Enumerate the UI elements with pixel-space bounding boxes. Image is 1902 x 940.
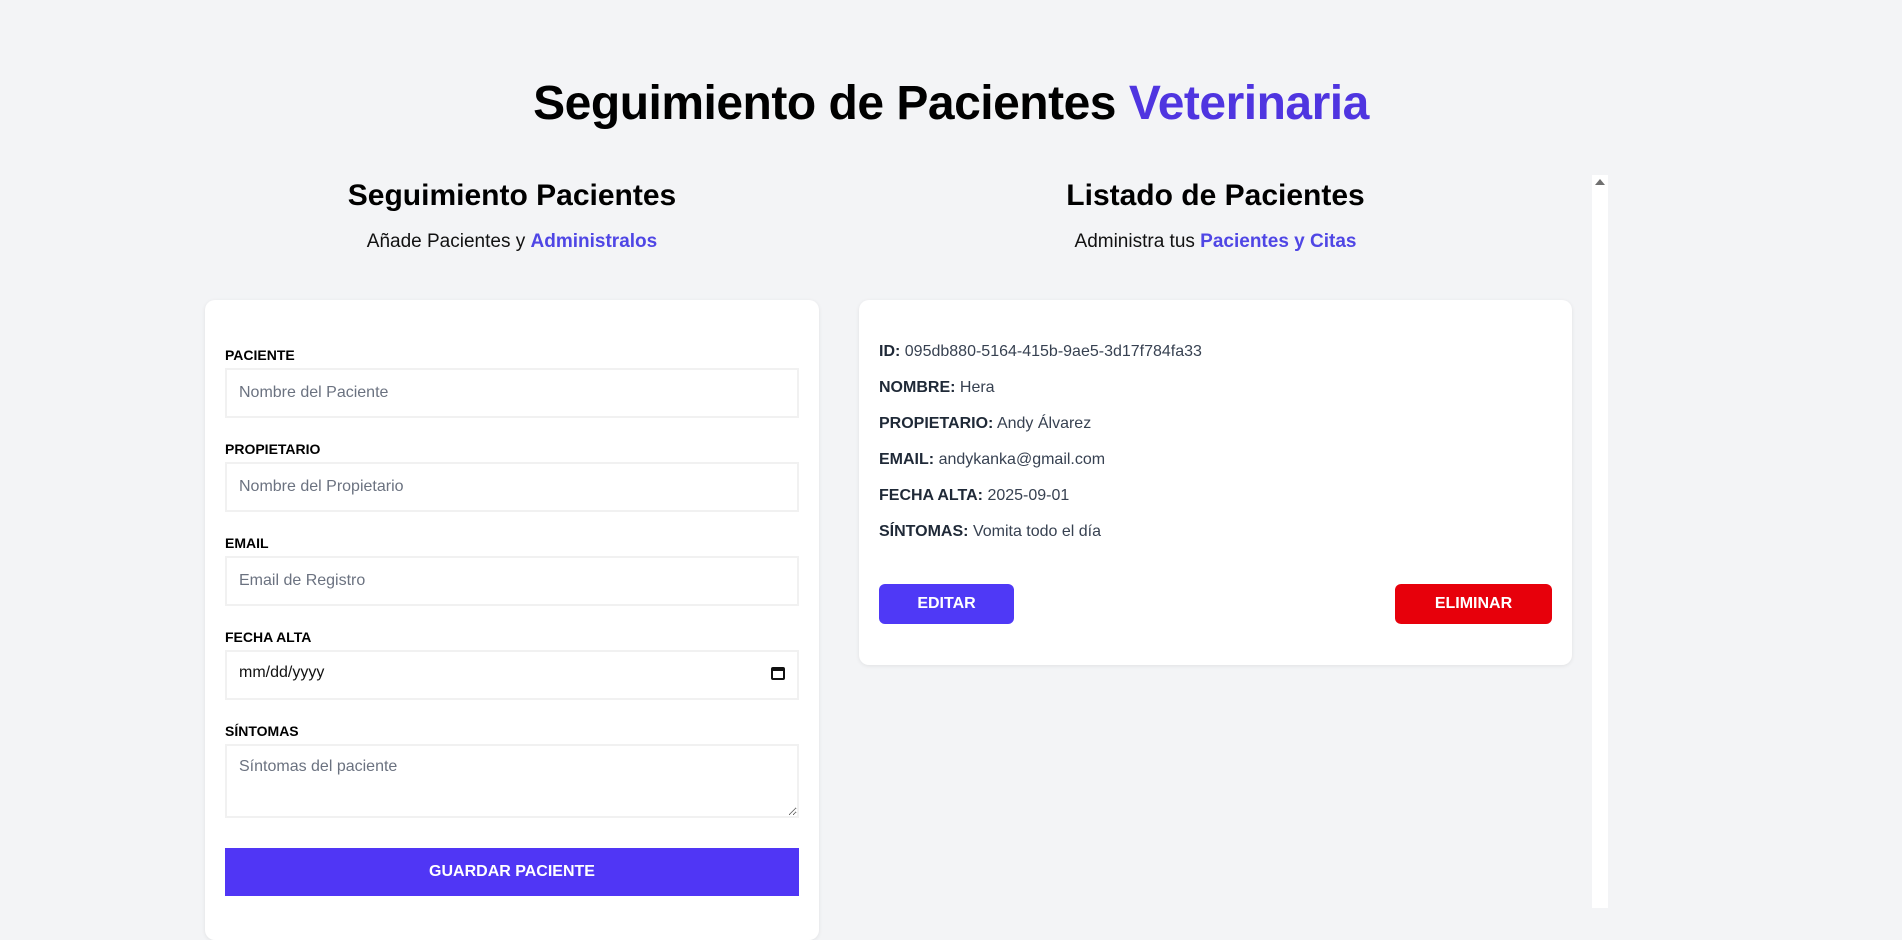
symptoms-textarea[interactable] [225,744,799,818]
email-field: Email [225,535,799,606]
calendar-icon[interactable] [771,667,785,680]
patient-id-value: 095db880-5164-415b-9ae5-3d17f784fa33 [904,343,1202,360]
scroll-up-arrow-icon[interactable] [1595,179,1605,185]
patient-owner-row: PROPIETARIO: Andy Álvarez [879,414,1091,434]
date-input-value: mm/dd/yyyy [239,664,325,681]
list-section-subtitle: Administra tus Pacientes y Citas [859,229,1572,255]
edit-button[interactable]: Editar [879,584,1014,624]
symptoms-label: Síntomas [225,723,299,739]
email-label: Email [225,535,269,551]
patient-date-row: FECHA ALTA: 2025-09-01 [879,486,1069,506]
list-column: Listado de Pacientes Administra tus Paci… [859,175,1572,665]
email-input[interactable] [225,556,799,606]
patient-email-row: EMAIL: andykanka@gmail.com [879,450,1105,470]
page-title-accent: Veterinaria [1128,77,1369,130]
list-scrollbar[interactable] [1592,175,1608,908]
patient-name-label: NOMBRE: [879,379,956,396]
form-subtitle-text: Añade Pacientes y [366,231,526,252]
patient-date-value: 2025-09-01 [987,487,1070,504]
form-section-title: Seguimiento Pacientes [347,179,677,212]
save-patient-button[interactable]: Guardar Paciente [225,848,799,896]
patient-name-value: Hera [959,379,995,396]
form-column: Seguimiento Pacientes Añade Pacientes y … [205,175,819,940]
list-section-title: Listado de Pacientes [1066,179,1365,212]
patient-id-row: ID: 095db880-5164-415b-9ae5-3d17f784fa33 [879,342,1202,362]
owner-name-input[interactable] [225,462,799,512]
patient-email-label: EMAIL: [879,451,935,468]
patient-email-value: andykanka@gmail.com [938,451,1106,468]
patient-name-input[interactable] [225,368,799,418]
page-title: Seguimiento de Pacientes Veterinaria [0,76,1902,131]
list-subtitle-text: Administra tus [1074,231,1195,252]
date-input-wrap: mm/dd/yyyy [225,650,799,700]
patient-symptoms-row: SÍNTOMAS: Vomita todo el día [879,522,1101,542]
delete-button[interactable]: Eliminar [1395,584,1552,624]
patient-symptoms-value: Vomita todo el día [972,523,1102,540]
patient-field: Paciente [225,347,799,418]
patient-id-label: ID: [879,343,901,360]
patient-label: Paciente [225,347,295,363]
patient-name-row: NOMBRE: Hera [879,378,995,398]
patient-owner-value: Andy Álvarez [996,415,1092,432]
symptoms-field: Síntomas [225,723,799,818]
patient-date-label: FECHA ALTA: [879,487,983,504]
patient-symptoms-label: SÍNTOMAS: [879,523,969,540]
owner-label: Propietario [225,441,321,457]
form-section-subtitle: Añade Pacientes y Administralos [205,229,819,255]
patient-form: Paciente Propietario Email Fecha Alta mm… [205,300,819,940]
owner-field: Propietario [225,441,799,512]
date-label: Fecha Alta [225,629,312,645]
list-subtitle-accent: Pacientes y Citas [1200,231,1357,252]
page-title-main: Seguimiento de Pacientes [533,77,1116,130]
patient-card: ID: 095db880-5164-415b-9ae5-3d17f784fa33… [859,300,1572,665]
date-field: Fecha Alta mm/dd/yyyy [225,629,799,700]
patient-owner-label: PROPIETARIO: [879,415,994,432]
form-subtitle-accent: Administralos [530,231,658,252]
